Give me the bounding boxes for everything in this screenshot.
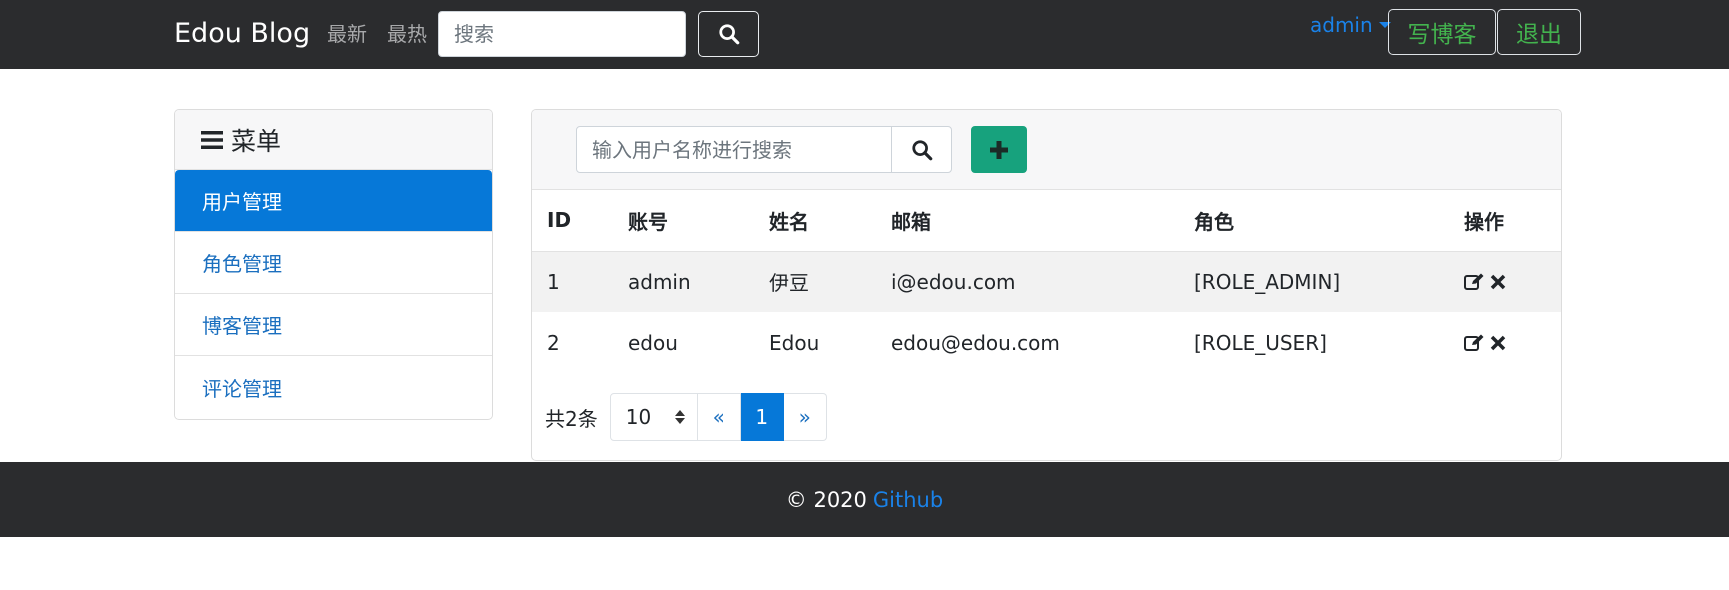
page-button-current[interactable]: 1	[740, 393, 784, 441]
menu-title: 菜单	[231, 126, 282, 156]
nav-link-hot[interactable]: 最热	[387, 20, 427, 48]
cell-name: 伊豆	[769, 271, 809, 296]
cell-id: 1	[547, 269, 560, 294]
header-name[interactable]: 姓名	[769, 190, 891, 251]
add-user-button[interactable]	[971, 126, 1027, 173]
user-dropdown[interactable]: admin	[1310, 11, 1391, 39]
cell-actions	[1464, 251, 1561, 312]
header-email[interactable]: 邮箱	[891, 190, 1194, 251]
next-page-button[interactable]: »	[783, 393, 827, 441]
panel-toolbar	[532, 110, 1561, 190]
search-icon	[911, 139, 932, 160]
header-role[interactable]: 角色	[1194, 190, 1464, 251]
table-row: 2 edou Edou edou@edou.com [ROLE_USER]	[532, 312, 1561, 373]
cell-role: [ROLE_ADMIN]	[1194, 269, 1341, 294]
cell-account: admin	[628, 269, 691, 294]
sidebar-item-role-management[interactable]: 角色管理	[175, 232, 492, 294]
header-actions: 操作	[1464, 209, 1504, 234]
edit-icon[interactable]	[1464, 273, 1484, 291]
user-search-button[interactable]	[891, 126, 952, 173]
cell-email: i@edou.com	[891, 269, 1016, 294]
sidebar-menu: 菜单 用户管理 角色管理 博客管理 评论管理	[174, 109, 493, 420]
nav-search-button[interactable]	[698, 11, 759, 57]
nav-link-latest[interactable]: 最新	[327, 20, 367, 48]
plus-icon	[990, 140, 1008, 159]
logout-button[interactable]: 退出	[1497, 9, 1581, 55]
prev-page-button[interactable]: «	[697, 393, 741, 441]
sidebar-item-user-management[interactable]: 用户管理	[175, 170, 492, 232]
sidebar-item-comment-management[interactable]: 评论管理	[175, 356, 492, 418]
search-icon	[718, 24, 739, 45]
cell-role: [ROLE_USER]	[1194, 330, 1327, 355]
total-count: 共2条	[545, 406, 598, 431]
write-blog-button[interactable]: 写博客	[1388, 9, 1496, 55]
pagination: 共2条 10 « 1 »	[545, 393, 827, 441]
header-account[interactable]: 账号	[628, 190, 769, 251]
cell-actions	[1464, 312, 1561, 373]
nav-search-input[interactable]	[438, 11, 686, 57]
user-table: ID 账号 姓名 邮箱 角色 操作 1 admin 伊豆 i@edou.com …	[532, 190, 1561, 373]
cell-id: 2	[547, 330, 560, 355]
cell-name: Edou	[769, 330, 820, 355]
cell-account: edou	[628, 330, 678, 355]
footer-copyright: © 2020	[785, 487, 867, 512]
table-header-row: ID 账号 姓名 邮箱 角色 操作	[532, 190, 1561, 251]
page-size-value: 10	[625, 405, 652, 429]
top-navbar: Edou Blog 最新 最热 admin 写博客 退出	[0, 0, 1729, 69]
header-id[interactable]: ID	[532, 190, 628, 251]
user-name: admin	[1310, 13, 1373, 37]
menu-header: 菜单	[175, 110, 492, 170]
user-management-panel: ID 账号 姓名 邮箱 角色 操作 1 admin 伊豆 i@edou.com …	[531, 109, 1562, 461]
hamburger-icon	[201, 130, 223, 149]
edit-icon[interactable]	[1464, 334, 1484, 352]
select-arrows-icon	[674, 410, 685, 424]
sidebar-item-blog-management[interactable]: 博客管理	[175, 294, 492, 356]
user-search-input[interactable]	[576, 126, 892, 173]
page-size-select[interactable]: 10	[609, 393, 698, 441]
delete-icon[interactable]	[1490, 274, 1506, 290]
delete-icon[interactable]	[1490, 335, 1506, 351]
footer: © 2020 Github	[0, 462, 1729, 537]
brand-logo[interactable]: Edou Blog	[174, 16, 310, 52]
table-row: 1 admin 伊豆 i@edou.com [ROLE_ADMIN]	[532, 251, 1561, 312]
github-link[interactable]: Github	[873, 488, 943, 512]
cell-email: edou@edou.com	[891, 330, 1060, 355]
